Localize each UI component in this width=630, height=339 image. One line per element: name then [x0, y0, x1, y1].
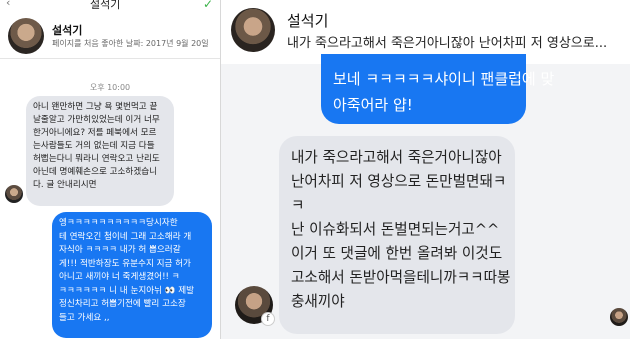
profile-avatar — [8, 18, 44, 54]
message-line: ㅋㅋㅋㅋㅋㅋ 니 내 눈지아뉘 👀 제발 — [59, 285, 195, 296]
message-line: 충새끼야 — [291, 293, 345, 310]
right-chat-screenshot: 설석기 내가 죽으라고해서 죽은거아니잖아 난어차피 저 영상으로... 보네 … — [221, 0, 630, 339]
message-line: 다. 글 안내리시면 — [33, 180, 97, 190]
message-line: 아죽어라 얍! — [333, 96, 413, 114]
message-line: 한거아니에요? 저를 페북에서 모르 — [33, 128, 157, 138]
message-line: 자식아 ㅋㅋㅋㅋ 내가 허 뽑으러갈 — [59, 245, 181, 255]
contact-name[interactable]: 설석기 — [287, 10, 328, 31]
received-message: 내가 죽으라고해서 죽은거아니잖아 난어차피 저 영상으로 돈만벌면돼ㅋ ㅋ 난… — [279, 136, 515, 334]
message-line: 아니고 새끼야 너 죽게생겼어!! ㅋ — [59, 272, 180, 282]
message-line: 이거 또 댓글에 한번 올려봐 이것도 — [291, 245, 503, 262]
message-line: 고소해서 돈받아먹을테니까ㅋㅋ따봉 — [291, 269, 511, 286]
message-line: 내가 죽으라고해서 죽은거아니잖아 — [291, 149, 502, 166]
mobile-header: ‹ 설석기 ✓ — [0, 0, 220, 14]
profile-meta: 페이지를 처음 좋아한 날짜: 2017년 9월 20일 — [52, 39, 209, 48]
check-icon[interactable]: ✓ — [203, 0, 213, 11]
message-timestamp: 오후 10:00 — [89, 83, 131, 92]
message-line: 난어차피 저 영상으로 돈만벌면돼ㅋ — [291, 173, 507, 190]
sender-avatar — [5, 185, 23, 203]
message-line: 난 이슈화되서 돈벌면되는거고^^ — [291, 221, 500, 238]
message-line: ㅋ — [291, 197, 305, 214]
message-preview: 내가 죽으라고해서 죽은거아니잖아 난어차피 저 영상으로... — [287, 36, 608, 51]
sent-message: 보네 ㅋㅋㅋㅋㅋ샤이니 팬클럽에 맞 아죽어라 얍! — [321, 54, 555, 124]
message-line: 날줄알고 가만히있었는데 이거 너무 — [33, 115, 160, 125]
message-line: 테 연락오긴 첨이네 그래 고소해라 개 — [59, 231, 192, 242]
message-line: 는사람들도 거의 없는데 지금 다들 — [33, 141, 155, 151]
header-title: 설석기 — [90, 0, 121, 11]
message-line: 게!!! 적반하장도 유분수지 지금 허가 — [59, 258, 191, 269]
message-line: 허뻡는다니 뭐라니 연락오고 난리도 — [33, 154, 160, 164]
received-message: 아니 왠만하면 그냥 욕 몇번먹고 끝 날줄알고 가만히있었는데 이거 너무 한… — [26, 96, 174, 206]
message-line: 아니 왠만하면 그냥 욕 몇번먹고 끝 — [33, 102, 158, 112]
message-line: 아닌데 명예훼손으로 고소하겠습니 — [33, 167, 158, 177]
contact-avatar[interactable] — [231, 8, 275, 52]
read-receipt-avatar — [610, 308, 628, 326]
sent-message: 엥ㅋㅋㅋㅋㅋㅋㅋㅋㅋㅋ당시자한 테 연락오긴 첨이네 그래 고소해라 개 자식아… — [52, 212, 212, 338]
message-line: 들고 가세요 ,, — [59, 312, 110, 323]
facebook-badge-icon: f — [261, 312, 275, 326]
message-line: 엥ㅋㅋㅋㅋㅋㅋㅋㅋㅋㅋ당시자한 — [59, 218, 178, 228]
message-line: 정신차리고 허뽑기전에 빨리 고소장 — [59, 299, 186, 309]
profile-name: 설석기 — [52, 24, 83, 37]
message-line: 보네 ㅋㅋㅋㅋㅋ샤이니 팬클럽에 맞 — [333, 70, 555, 88]
back-button[interactable]: ‹ — [6, 0, 10, 9]
left-chat-screenshot: ‹ 설석기 ✓ 설석기 페이지를 처음 좋아한 날짜: 2017년 9월 20일… — [0, 0, 221, 339]
